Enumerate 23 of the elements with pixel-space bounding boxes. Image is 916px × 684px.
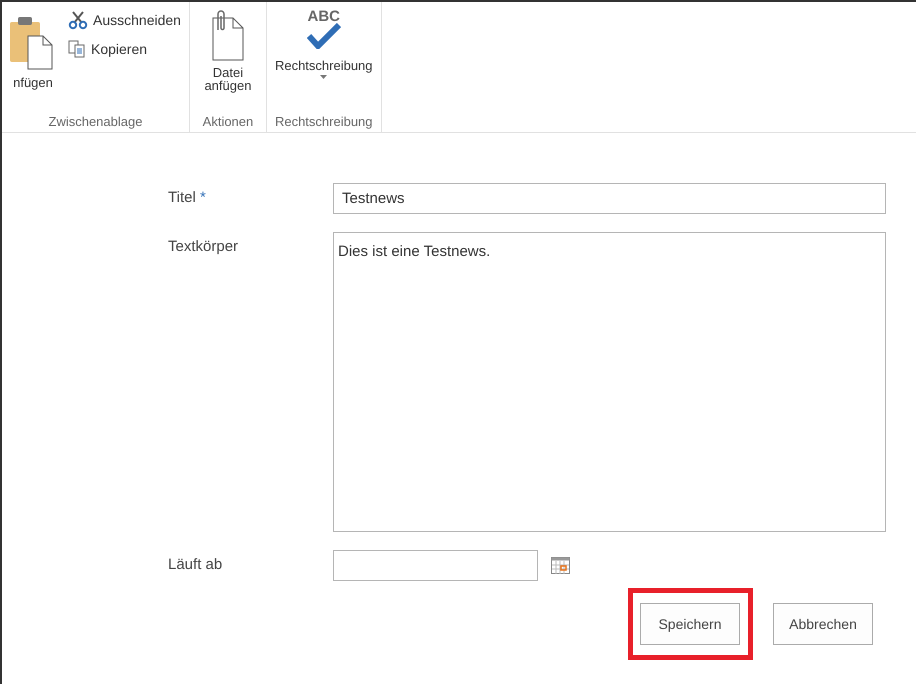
text-area[interactable]: Dies ist eine Testnews. <box>333 232 886 532</box>
field-label: Textkörper <box>168 237 240 257</box>
abc-icon-text: ABC <box>307 10 340 23</box>
required-mark: * <box>200 189 206 206</box>
copy-icon <box>68 40 86 58</box>
text-field[interactable]: Testnews <box>333 183 886 214</box>
group-label: Aktionen <box>202 114 254 131</box>
checkmark-icon <box>306 23 341 49</box>
ribbon-button[interactable]: Kopieren <box>66 38 183 60</box>
ribbon-button[interactable]: nfügen <box>8 8 58 114</box>
calendar-icon[interactable] <box>551 557 570 574</box>
field-label: Läuft ab <box>168 555 224 575</box>
ribbon-button[interactable]: ABC Rechtschreibung <box>272 8 375 114</box>
ribbon-button[interactable]: Ausschneiden <box>66 8 183 32</box>
paperclip-document-icon <box>210 10 246 62</box>
ribbon-button[interactable]: Datei anfügen <box>196 8 260 114</box>
scissors-icon <box>68 10 88 30</box>
date-field[interactable] <box>333 550 538 581</box>
form-button[interactable]: Abbrechen <box>773 603 873 645</box>
group-label: Rechtschreibung <box>274 114 374 131</box>
form-button[interactable]: Speichern <box>640 603 740 645</box>
group-label: Zwischenablage <box>48 114 144 131</box>
field-label: Titel * <box>168 188 207 208</box>
